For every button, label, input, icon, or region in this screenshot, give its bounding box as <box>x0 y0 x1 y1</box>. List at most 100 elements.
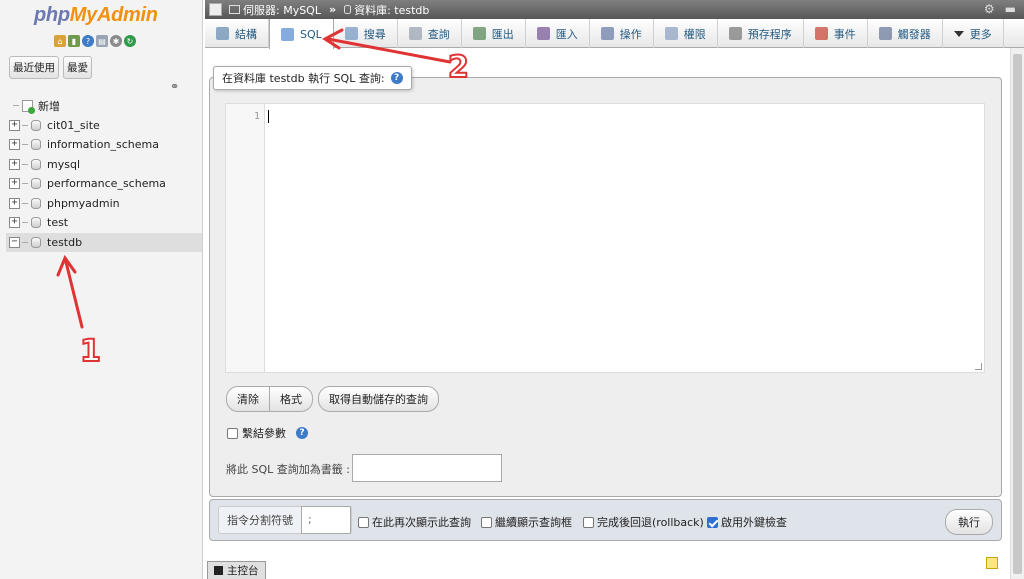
show-query-again-checkbox[interactable] <box>358 516 369 528</box>
tree-item-label[interactable]: test <box>47 216 68 229</box>
recent-button[interactable]: 最近使用 <box>9 56 59 79</box>
tree-item-label[interactable]: testdb <box>47 236 82 249</box>
tab-privileges[interactable]: 權限 <box>654 19 718 48</box>
help-icon[interactable]: ? <box>82 35 94 47</box>
breadcrumb-database[interactable]: 資料庫: testdb <box>344 2 429 18</box>
tree-item-information_schema[interactable]: + information_schema <box>6 135 202 155</box>
bind-parameters-checkbox[interactable] <box>227 427 238 439</box>
tab-export[interactable]: 匯出 <box>462 19 526 48</box>
console-tab[interactable]: 主控台 <box>207 561 266 579</box>
collapse-navigation-button[interactable] <box>209 3 222 16</box>
server-icon <box>229 5 240 14</box>
tab-label: 預存程序 <box>747 27 792 41</box>
database-icon <box>344 5 352 14</box>
database-icon <box>31 197 41 209</box>
more-icon <box>953 30 964 37</box>
tab-label: 事件 <box>833 27 856 41</box>
tab-structure[interactable]: 結構 <box>205 19 269 48</box>
tree-item-label[interactable]: phpmyadmin <box>47 197 120 210</box>
phpmyadmin-logo[interactable]: phpMyAdmin <box>34 4 158 27</box>
tree-item-testdb[interactable]: − testdb <box>6 232 202 252</box>
logout-icon[interactable]: ▮ <box>68 35 80 47</box>
privileges-icon <box>664 27 678 40</box>
tree-item-mysql[interactable]: + mysql <box>6 155 202 175</box>
bookmark-input[interactable] <box>352 454 502 482</box>
tree-item-label[interactable]: cit01_site <box>47 119 100 132</box>
expand-icon[interactable]: + <box>9 119 20 131</box>
tab-label: 查詢 <box>427 27 450 41</box>
home-icon[interactable]: ⌂ <box>54 35 66 47</box>
expand-icon[interactable]: + <box>9 217 20 229</box>
settings-icon[interactable]: ✱ <box>110 35 122 47</box>
tab-search[interactable]: 搜尋 <box>334 19 398 48</box>
new-database-icon <box>22 99 35 114</box>
database-icon <box>31 217 41 229</box>
tree-connector <box>22 163 28 165</box>
reload-icon[interactable]: ↻ <box>124 35 136 47</box>
tree-item-label[interactable]: mysql <box>47 158 80 171</box>
gear-icon[interactable]: ⚙ <box>984 2 995 16</box>
fk-check-option[interactable]: 啟用外鍵檢查 <box>707 514 787 530</box>
tab-triggers[interactable]: 觸發器 <box>868 19 943 48</box>
expand-icon[interactable]: + <box>9 139 20 151</box>
tree-item-new[interactable]: 新增 <box>6 96 202 116</box>
tree-item-phpmyadmin[interactable]: + phpmyadmin <box>6 194 202 214</box>
tab-sql[interactable]: SQL <box>269 19 334 49</box>
collapse-icon[interactable]: − <box>9 236 20 248</box>
link-with-main-icon[interactable]: ⚭ <box>170 80 179 93</box>
rollback-option[interactable]: 完成後回退(rollback) <box>583 514 704 530</box>
console-label: 主控台 <box>227 565 259 577</box>
tab-query[interactable]: 查詢 <box>398 19 462 48</box>
wrench-icon <box>600 27 614 40</box>
show-query-again-option[interactable]: 在此再次顯示此查詢 <box>358 514 471 530</box>
vertical-scrollbar[interactable] <box>1010 48 1024 579</box>
rollback-label: 完成後回退(rollback) <box>597 516 704 529</box>
help-icon[interactable]: ? <box>390 72 403 84</box>
events-icon <box>814 27 828 40</box>
tree-item-performance_schema[interactable]: + performance_schema <box>6 174 202 194</box>
minimize-icon[interactable]: ▬ <box>1005 2 1016 16</box>
favorites-button[interactable]: 最愛 <box>63 56 92 79</box>
database-icon <box>31 139 41 151</box>
fk-check-checkbox[interactable] <box>707 516 718 528</box>
tree-item-label[interactable]: information_schema <box>47 138 159 151</box>
retain-query-box-checkbox[interactable] <box>481 516 492 528</box>
tab-events[interactable]: 事件 <box>804 19 868 48</box>
expand-icon[interactable]: + <box>9 158 20 170</box>
editor-button-group: 清除 格式 <box>226 386 313 412</box>
format-button[interactable]: 格式 <box>270 386 313 412</box>
tab-import[interactable]: 匯入 <box>526 19 590 48</box>
delimiter-input[interactable]: ; <box>301 506 351 534</box>
search-icon <box>344 27 358 40</box>
bind-parameters-option[interactable]: 繫結參數 ? <box>227 425 308 441</box>
tab-wrench[interactable]: 操作 <box>590 19 654 48</box>
tab-more[interactable]: 更多 <box>943 19 1004 48</box>
resize-handle[interactable] <box>975 363 982 370</box>
breadcrumb-server[interactable]: 伺服器: MySQL <box>229 2 321 18</box>
rollback-checkbox[interactable] <box>583 516 594 528</box>
get-autosaved-query-button[interactable]: 取得自動儲存的查詢 <box>318 386 439 412</box>
sql-editor[interactable]: 1 <box>225 103 985 373</box>
docs-icon[interactable]: ▤ <box>96 35 108 47</box>
note-icon[interactable] <box>986 557 998 569</box>
go-button[interactable]: 執行 <box>945 509 993 535</box>
tree-connector <box>22 144 28 146</box>
tab-routines[interactable]: 預存程序 <box>718 19 804 48</box>
expand-icon[interactable]: + <box>9 197 20 209</box>
tree-item-cit01_site[interactable]: + cit01_site <box>6 116 202 136</box>
tree-item-test[interactable]: + test <box>6 213 202 233</box>
expand-icon[interactable]: + <box>9 178 20 190</box>
tree-item-label: 新增 <box>38 99 60 113</box>
tree-item-label[interactable]: performance_schema <box>47 177 166 190</box>
tab-label: 更多 <box>969 27 992 41</box>
bookmark-label: 將此 SQL 查詢加為書籤 : <box>226 463 350 476</box>
database-icon <box>31 158 41 170</box>
clear-button[interactable]: 清除 <box>226 386 270 412</box>
help-icon[interactable]: ? <box>296 427 308 439</box>
show-query-again-label: 在此再次顯示此查詢 <box>372 516 471 529</box>
recent-favorites-buttons: 最近使用 最愛 <box>9 56 92 79</box>
tree-connector <box>22 241 28 243</box>
tree-connector <box>22 222 28 224</box>
scrollbar-thumb[interactable] <box>1013 54 1022 574</box>
retain-query-box-option[interactable]: 繼續顯示查詢框 <box>481 514 572 530</box>
